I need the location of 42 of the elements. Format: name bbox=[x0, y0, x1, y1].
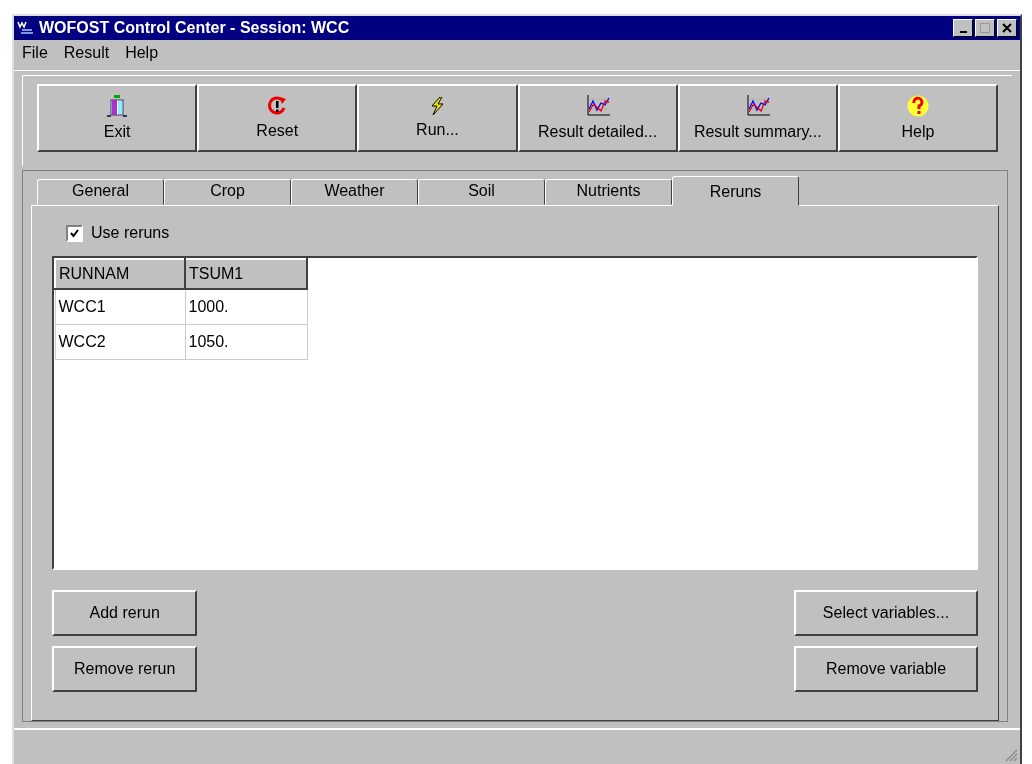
table-cell: 1000. bbox=[185, 289, 307, 325]
resize-grip-icon bbox=[1004, 748, 1018, 762]
reset-icon bbox=[267, 96, 288, 116]
menu-item[interactable]: File bbox=[22, 44, 48, 66]
door-icon bbox=[107, 95, 128, 117]
toolbar-button[interactable]: Reset bbox=[197, 84, 358, 152]
checkbox-label: Use reruns bbox=[91, 224, 170, 242]
table-cell: WCC2 bbox=[55, 324, 185, 360]
push-button[interactable]: Remove rerun bbox=[52, 646, 198, 692]
tab[interactable]: Reruns bbox=[672, 176, 799, 206]
push-button[interactable]: Select variables... bbox=[794, 590, 978, 636]
tab[interactable]: Crop bbox=[164, 179, 291, 205]
maximize-icon bbox=[980, 23, 990, 33]
close-button[interactable] bbox=[997, 19, 1017, 37]
column-header[interactable]: RUNNAM bbox=[55, 259, 185, 289]
menu-item[interactable]: Help bbox=[125, 44, 159, 66]
column-header[interactable]: TSUM1 bbox=[185, 259, 307, 289]
app-logo-icon bbox=[17, 20, 35, 36]
tab[interactable]: Soil bbox=[418, 179, 545, 205]
toolbar-button[interactable]: Result summary... bbox=[677, 84, 838, 152]
tab[interactable]: Weather bbox=[291, 179, 418, 205]
line-chart-icon bbox=[585, 95, 610, 117]
push-button[interactable]: Add rerun bbox=[52, 590, 198, 636]
maximize-button[interactable] bbox=[975, 19, 995, 37]
toolbar-button[interactable]: Result detailed... bbox=[517, 84, 678, 152]
toolbar-button[interactable]: Exit bbox=[37, 84, 198, 152]
toolbar-button[interactable]: Help bbox=[837, 84, 999, 152]
minimize-icon bbox=[959, 30, 967, 33]
tab[interactable]: General bbox=[37, 179, 164, 205]
checkmark-icon bbox=[70, 228, 79, 238]
close-icon bbox=[1002, 23, 1012, 33]
menu-item[interactable]: Result bbox=[63, 44, 110, 66]
minimize-button[interactable] bbox=[953, 19, 973, 37]
toolbar-button[interactable]: Run... bbox=[357, 84, 518, 152]
checkbox[interactable] bbox=[66, 224, 83, 242]
lightning-icon bbox=[429, 97, 446, 115]
help-icon bbox=[906, 95, 929, 117]
window-title: WOFOST Control Center - Session: WCC bbox=[39, 19, 351, 37]
line-chart-icon bbox=[745, 95, 770, 117]
push-button[interactable]: Remove variable bbox=[794, 646, 978, 692]
table-cell: WCC1 bbox=[55, 289, 185, 325]
table-cell: 1050. bbox=[185, 324, 307, 360]
